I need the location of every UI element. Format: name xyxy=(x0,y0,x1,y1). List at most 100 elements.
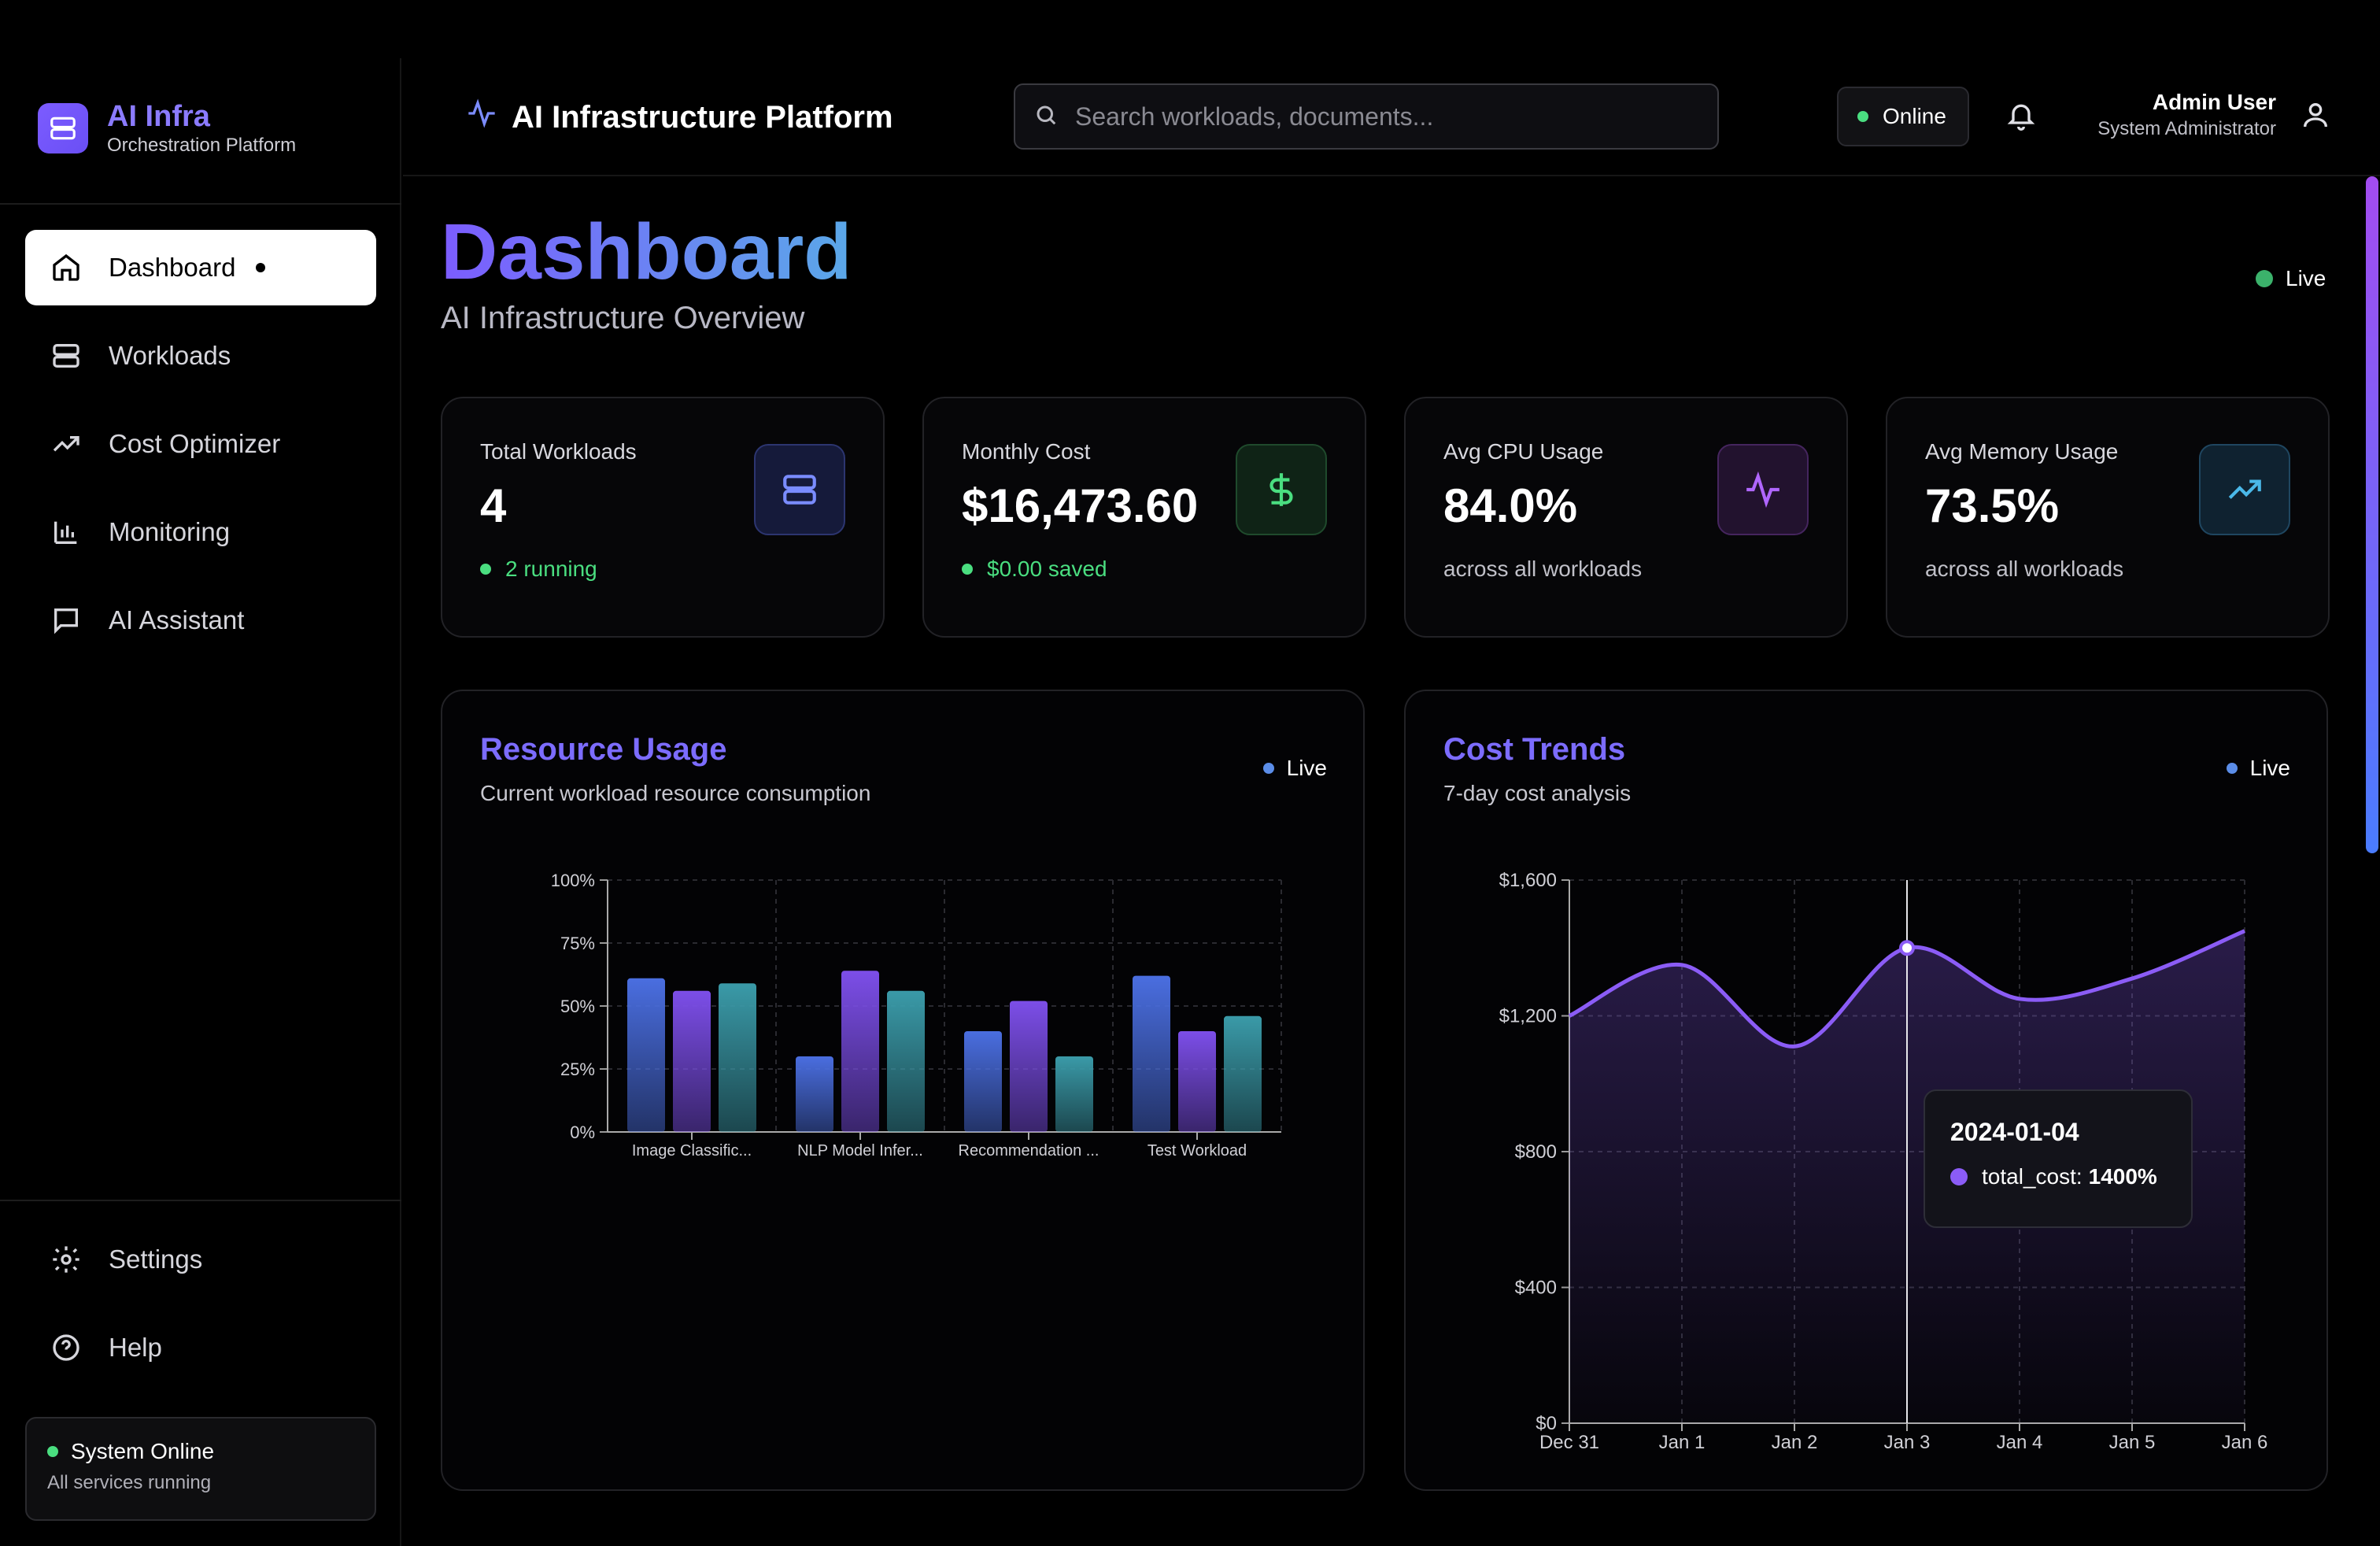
page-title: Dashboard xyxy=(441,205,852,299)
live-dot xyxy=(2256,270,2273,287)
x-tick-label: Recommendation ... xyxy=(959,1142,1099,1160)
help-icon xyxy=(49,1330,83,1365)
server-icon xyxy=(754,444,845,535)
y-tick-label: 0% xyxy=(570,1123,595,1142)
y-tick-label: 75% xyxy=(560,934,595,953)
sidebar-item-workloads[interactable]: Workloads xyxy=(25,318,376,394)
message-icon xyxy=(49,603,83,638)
bar xyxy=(1224,1015,1262,1132)
sidebar-item-cost-optimizer[interactable]: Cost Optimizer xyxy=(25,406,376,482)
bar xyxy=(673,990,711,1132)
top-header: AI Infrastructure Platform Online Admin … xyxy=(403,58,2380,176)
sidebar-item-settings[interactable]: Settings xyxy=(25,1222,376,1297)
bar xyxy=(887,990,925,1132)
system-status-subtitle: All services running xyxy=(47,1472,212,1493)
gear-icon xyxy=(49,1242,83,1277)
search-input[interactable] xyxy=(1075,102,1705,131)
x-tick-label: Test Workload xyxy=(1148,1142,1247,1160)
cost-trends-panel: Cost Trends 7-day cost analysis Live $0 $… xyxy=(1404,690,2328,1491)
y-tick-label: 100% xyxy=(551,871,595,890)
sidebar-item-label: Workloads xyxy=(109,341,231,370)
activity-icon xyxy=(466,98,497,137)
sidebar-item-monitoring[interactable]: Monitoring xyxy=(25,494,376,570)
trending-up-icon xyxy=(49,427,83,461)
tooltip-date: 2024-01-04 xyxy=(1950,1118,2079,1146)
x-tick-label: Jan 1 xyxy=(1659,1432,1706,1453)
x-tick-label: NLP Model Infer... xyxy=(797,1142,923,1160)
user-role: System Administrator xyxy=(2097,118,2276,139)
scrollbar[interactable] xyxy=(2366,176,2378,853)
sidebar-item-label: Cost Optimizer xyxy=(109,429,281,458)
live-indicator: Live xyxy=(2256,266,2326,291)
y-tick-label: 25% xyxy=(560,1060,595,1079)
y-tick-label: $1,600 xyxy=(1499,870,1557,891)
sidebar-item-dashboard[interactable]: Dashboard xyxy=(25,230,376,305)
online-label: Online xyxy=(1883,104,1946,128)
stat-footnote: across all workloads xyxy=(1443,557,1809,582)
y-tick-label: $800 xyxy=(1515,1141,1557,1163)
x-tick-label: Jan 6 xyxy=(2222,1432,2268,1453)
hover-point xyxy=(1899,940,1915,956)
status-dot xyxy=(1857,111,1868,122)
x-tick-label: Jan 5 xyxy=(2109,1432,2156,1453)
tooltip-value: 1400% xyxy=(2088,1164,2157,1189)
app-title-text: AI Infrastructure Platform xyxy=(512,99,893,135)
stat-card-monthly-cost[interactable]: Monthly Cost $16,473.60 $0.00 saved xyxy=(922,397,1366,638)
sidebar-item-label: Help xyxy=(109,1333,162,1362)
sidebar-divider xyxy=(0,1200,401,1201)
sidebar: AI Infra Orchestration Platform Dashboar… xyxy=(0,58,401,1546)
system-status-card: System Online All services running xyxy=(25,1417,376,1521)
cost-line-chart: $0 $400 $800 $1,200 $1,600 Dec 31 Jan 1 Jan 2 Ja… xyxy=(1499,870,2268,1453)
page-heading: Dashboard AI Infrastructure Overview xyxy=(441,205,852,336)
stat-card-avg-cpu[interactable]: Avg CPU Usage 84.0% across all workloads xyxy=(1404,397,1848,638)
sidebar-item-ai-assistant[interactable]: AI Assistant xyxy=(25,583,376,658)
stat-card-total-workloads[interactable]: Total Workloads 4 2 running xyxy=(441,397,885,638)
brand-logo-icon xyxy=(38,103,88,153)
stat-foot-text: across all workloads xyxy=(1925,557,2124,581)
sidebar-nav: Dashboard Workloads Cost Optimizer Monit… xyxy=(25,230,376,671)
bar xyxy=(964,1031,1002,1132)
x-tick-label: Jan 4 xyxy=(1997,1432,2043,1453)
user-icon[interactable] xyxy=(2300,99,2331,135)
stat-foot-text: across all workloads xyxy=(1443,557,1643,581)
live-label: Live xyxy=(2286,266,2326,290)
sidebar-item-label: AI Assistant xyxy=(109,605,245,634)
x-tick-label: Dec 31 xyxy=(1539,1432,1599,1453)
sidebar-item-help[interactable]: Help xyxy=(25,1310,376,1385)
bar-chart-icon xyxy=(49,515,83,549)
x-tick-label: Jan 2 xyxy=(1772,1432,1818,1453)
sidebar-item-label: Settings xyxy=(109,1245,203,1274)
status-dot xyxy=(47,1446,58,1457)
y-tick-label: $0 xyxy=(1536,1413,1557,1434)
status-dot xyxy=(962,564,973,575)
home-icon xyxy=(49,250,83,285)
search-box[interactable] xyxy=(1014,83,1719,150)
user-name: Admin User xyxy=(2152,90,2276,114)
sidebar-divider xyxy=(0,203,401,205)
y-tick-label: $400 xyxy=(1515,1278,1557,1299)
server-icon xyxy=(49,338,83,373)
resource-usage-panel: Resource Usage Current workload resource… xyxy=(441,690,1365,1491)
active-indicator xyxy=(256,263,266,272)
sidebar-item-label: Dashboard xyxy=(109,253,236,282)
activity-icon xyxy=(1717,444,1809,535)
bar xyxy=(1178,1031,1216,1132)
bar xyxy=(627,978,665,1132)
bar xyxy=(1055,1056,1093,1132)
stat-footnote: 2 running xyxy=(480,557,845,582)
brand[interactable]: AI Infra Orchestration Platform xyxy=(38,99,296,157)
bell-icon[interactable] xyxy=(2005,99,2037,135)
status-dot xyxy=(480,564,491,575)
stat-card-avg-memory[interactable]: Avg Memory Usage 73.5% across all worklo… xyxy=(1886,397,2330,638)
app-title: AI Infrastructure Platform xyxy=(466,98,893,137)
tooltip-series: total_cost: xyxy=(1982,1164,2082,1189)
stat-foot-text: $0.00 saved xyxy=(987,557,1107,581)
stat-footnote: $0.00 saved xyxy=(962,557,1327,582)
bar xyxy=(719,983,756,1132)
user-info[interactable]: Admin User System Administrator xyxy=(2071,90,2276,140)
page-subtitle: AI Infrastructure Overview xyxy=(441,301,805,335)
stat-footnote: across all workloads xyxy=(1925,557,2290,582)
brand-title: AI Infra xyxy=(107,100,210,133)
sidebar-item-label: Monitoring xyxy=(109,517,231,546)
y-tick-label: $1,200 xyxy=(1499,1006,1557,1027)
